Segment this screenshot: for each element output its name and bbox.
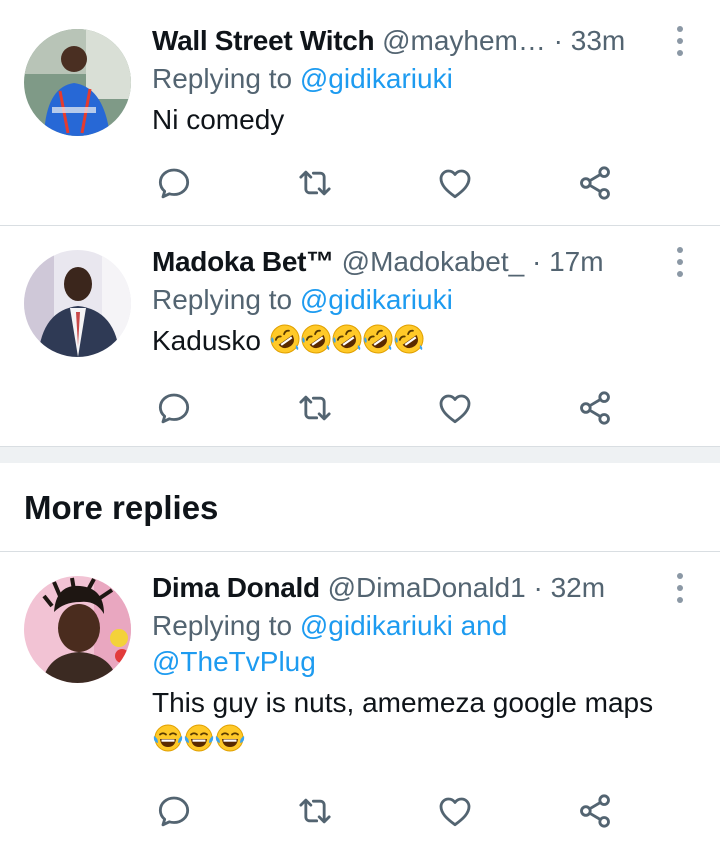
mention-link[interactable]: @gidikariuki and — [300, 610, 507, 641]
emoji-row — [152, 725, 245, 756]
avatar[interactable] — [24, 29, 131, 136]
display-name[interactable]: Dima Donald — [152, 572, 320, 603]
user-handle[interactable]: @Madokabet_ — [342, 246, 525, 277]
tweet-header: Dima Donald @DimaDonald1 · 32m — [152, 571, 670, 605]
mention-link[interactable]: @gidikariuki — [300, 284, 453, 315]
rofl-emoji — [362, 323, 394, 355]
tweet-header: Madoka Bet™ @Madokabet_ · 17m — [152, 245, 670, 279]
joy-emoji — [152, 723, 184, 755]
timestamp[interactable]: · 33m — [554, 25, 626, 56]
display-name[interactable]: Madoka Bet™ — [152, 246, 334, 277]
reply-icon[interactable] — [154, 163, 194, 203]
retweet-icon[interactable] — [295, 163, 335, 203]
more-replies-heading: More replies — [24, 489, 219, 526]
tweet[interactable]: Wall Street Witch @mayhem… · 33m Replyin… — [0, 0, 720, 225]
tweet-text: This guy is nuts, amemeza google maps — [152, 684, 692, 760]
rofl-emoji — [331, 323, 363, 355]
tweet[interactable]: Madoka Bet™ @Madokabet_ · 17m Replying t… — [0, 226, 720, 446]
user-handle[interactable]: @mayhem… — [382, 25, 546, 56]
tweet-text-content: This guy is nuts, amemeza google maps — [152, 687, 654, 718]
tweet-actions — [152, 163, 622, 203]
replying-prefix: Replying to — [152, 63, 300, 94]
retweet-icon[interactable] — [295, 388, 335, 428]
mention-link[interactable]: @gidikariuki — [300, 63, 453, 94]
more-icon[interactable] — [670, 26, 690, 56]
tweet-text-content: Kadusko — [152, 325, 261, 356]
rofl-emoji — [269, 323, 301, 355]
more-icon[interactable] — [670, 573, 690, 603]
share-icon[interactable] — [575, 791, 615, 831]
timestamp[interactable]: · 32m — [533, 572, 605, 603]
joy-emoji — [183, 723, 215, 755]
reply-icon[interactable] — [154, 388, 194, 428]
emoji-row — [261, 325, 424, 356]
replying-prefix: Replying to — [152, 610, 300, 641]
reply-icon[interactable] — [154, 791, 194, 831]
tweet-text: Kadusko — [152, 322, 670, 360]
replying-to: Replying to @gidikariuki — [152, 282, 670, 318]
tweet-actions — [152, 388, 622, 428]
section-gap — [0, 447, 720, 463]
like-icon[interactable] — [435, 388, 475, 428]
avatar[interactable] — [24, 576, 131, 683]
rofl-emoji — [300, 323, 332, 355]
tweet-text: Ni comedy — [152, 101, 670, 139]
display-name[interactable]: Wall Street Witch — [152, 25, 375, 56]
retweet-icon[interactable] — [295, 791, 335, 831]
tweet-text-content: Ni comedy — [152, 104, 285, 135]
more-icon[interactable] — [670, 247, 690, 277]
mention-link[interactable]: @TheTvPlug — [152, 646, 316, 677]
share-icon[interactable] — [575, 163, 615, 203]
like-icon[interactable] — [435, 163, 475, 203]
tweet[interactable]: Dima Donald @DimaDonald1 · 32m Replying … — [0, 552, 720, 851]
avatar[interactable] — [24, 250, 131, 357]
replying-to: Replying to @gidikariuki and @TheTvPlug — [152, 608, 670, 680]
share-icon[interactable] — [575, 388, 615, 428]
replying-prefix: Replying to — [152, 284, 300, 315]
like-icon[interactable] — [435, 791, 475, 831]
rofl-emoji — [393, 323, 425, 355]
tweet-actions — [152, 791, 622, 831]
tweet-header: Wall Street Witch @mayhem… · 33m — [152, 24, 670, 58]
timestamp[interactable]: · 17m — [532, 246, 604, 277]
user-handle[interactable]: @DimaDonald1 — [328, 572, 526, 603]
replying-to: Replying to @gidikariuki — [152, 61, 670, 97]
joy-emoji — [214, 723, 246, 755]
